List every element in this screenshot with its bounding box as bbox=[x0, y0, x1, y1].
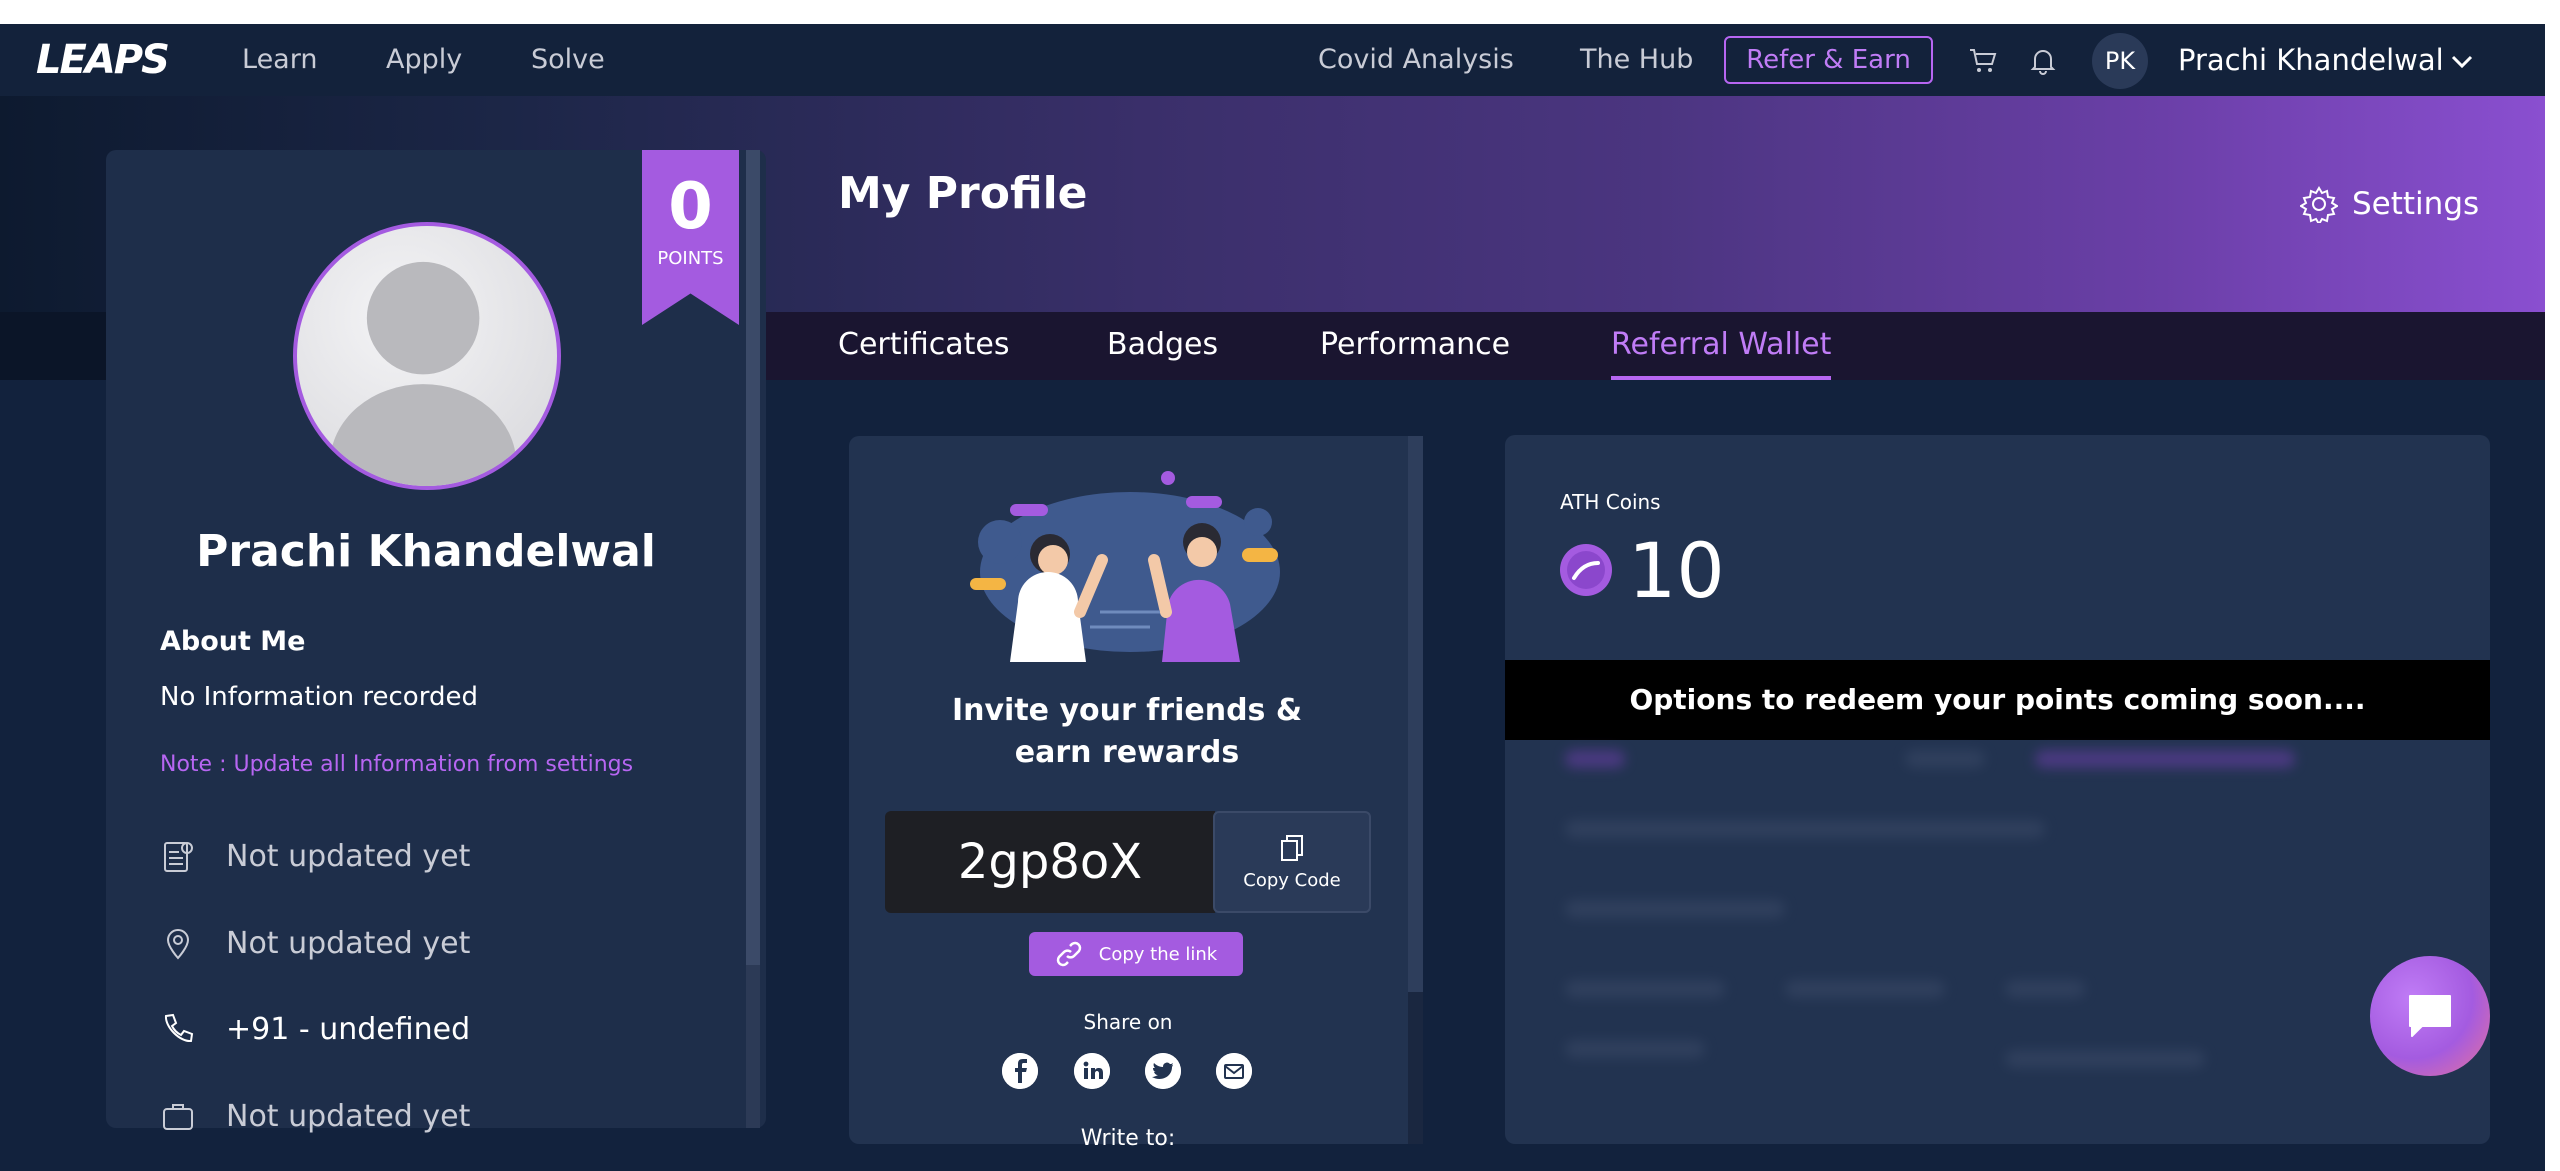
browser-top-strip bbox=[0, 0, 2560, 24]
referral-code[interactable]: 2gp8oX bbox=[885, 811, 1215, 913]
placeholder-bar bbox=[1785, 980, 1945, 998]
refer-earn-button[interactable]: Refer & Earn bbox=[1724, 36, 1933, 84]
tab-certificates[interactable]: Certificates bbox=[838, 312, 1009, 380]
default-user-icon bbox=[330, 261, 517, 486]
ath-coin-icon bbox=[1560, 544, 1612, 596]
facebook-icon[interactable] bbox=[1002, 1053, 1038, 1089]
copy-icon bbox=[1281, 834, 1303, 861]
tab-bar-left-edge bbox=[0, 312, 106, 380]
points-value: 0 bbox=[668, 170, 713, 244]
nav-covid-analysis[interactable]: Covid Analysis bbox=[1318, 24, 1514, 96]
placeholder-bar bbox=[1565, 750, 1625, 768]
placeholder-bar bbox=[1905, 750, 1985, 768]
profile-card-scroll-thumb[interactable] bbox=[746, 150, 760, 965]
chat-bubble-icon bbox=[2409, 995, 2451, 1037]
tab-badges[interactable]: Badges bbox=[1107, 312, 1218, 380]
placeholder-bar bbox=[1565, 980, 1725, 998]
top-navbar: LEAPS Learn Apply Solve Covid Analysis T… bbox=[0, 24, 2545, 96]
copy-link-label: Copy the link bbox=[1098, 943, 1218, 965]
info-row-id: Not updated yet bbox=[160, 832, 470, 880]
page-title: My Profile bbox=[838, 168, 1088, 219]
nav-solve[interactable]: Solve bbox=[531, 24, 605, 96]
email-icon[interactable] bbox=[1216, 1053, 1252, 1089]
about-me-text: No Information recorded bbox=[160, 682, 478, 712]
ath-coins-label: ATH Coins bbox=[1560, 490, 1661, 514]
copy-link-button[interactable]: Copy the link bbox=[1029, 932, 1243, 976]
user-name-menu[interactable]: Prachi Khandelwal bbox=[2178, 24, 2444, 96]
linkedin-icon[interactable] bbox=[1074, 1053, 1110, 1089]
friends-illustration bbox=[970, 471, 1280, 662]
info-phone-text: +91 - undefined bbox=[226, 1011, 471, 1047]
info-id-text: Not updated yet bbox=[226, 838, 471, 874]
nav-the-hub[interactable]: The Hub bbox=[1580, 24, 1693, 96]
invite-line-1: Invite your friends & bbox=[951, 693, 1303, 728]
redeem-coming-soon-banner: Options to redeem your points coming soo… bbox=[1505, 660, 2490, 740]
location-pin-icon bbox=[166, 929, 190, 960]
bell-icon[interactable] bbox=[2028, 46, 2058, 76]
info-work-text: Not updated yet bbox=[226, 1098, 471, 1134]
nav-apply[interactable]: Apply bbox=[386, 24, 462, 96]
gear-icon bbox=[2300, 186, 2338, 223]
placeholder-bar bbox=[2005, 980, 2085, 998]
settings-label: Settings bbox=[2352, 186, 2480, 222]
referral-card-scroll-thumb[interactable] bbox=[1408, 436, 1423, 992]
copy-code-button[interactable]: Copy Code bbox=[1213, 811, 1371, 913]
placeholder-bar bbox=[1565, 900, 1785, 918]
nav-learn[interactable]: Learn bbox=[242, 24, 317, 96]
phone-icon bbox=[165, 1013, 194, 1042]
chat-button[interactable] bbox=[2370, 956, 2490, 1076]
invite-line-2: earn rewards bbox=[1014, 735, 1240, 770]
settings-button[interactable]: Settings bbox=[2300, 180, 2479, 228]
page-scrollbar[interactable] bbox=[2545, 24, 2560, 1171]
write-to-label: Write to: bbox=[1080, 1126, 1176, 1151]
user-avatar[interactable]: PK bbox=[2092, 33, 2148, 89]
id-card-icon bbox=[164, 842, 193, 872]
tab-referral-wallet[interactable]: Referral Wallet bbox=[1611, 312, 1832, 380]
info-location-text: Not updated yet bbox=[226, 925, 471, 961]
points-label: POINTS bbox=[657, 248, 724, 269]
link-icon bbox=[1056, 941, 1081, 967]
profile-avatar[interactable] bbox=[293, 222, 561, 490]
placeholder-bar bbox=[1565, 820, 2045, 838]
info-row-work: Not updated yet bbox=[160, 1092, 470, 1140]
placeholder-bar bbox=[2005, 1050, 2205, 1068]
share-on-label: Share on bbox=[1083, 1010, 1173, 1034]
cart-icon[interactable] bbox=[1968, 46, 1998, 76]
info-row-phone: +91 - undefined bbox=[160, 1005, 470, 1053]
invite-heading: Invite your friends & earn rewards bbox=[900, 690, 1354, 774]
placeholder-bar bbox=[2035, 750, 2295, 768]
tab-performance[interactable]: Performance bbox=[1320, 312, 1510, 380]
about-me-title: About Me bbox=[160, 626, 306, 657]
placeholder-bar bbox=[1565, 1040, 1705, 1058]
leaps-logo[interactable]: LEAPS bbox=[36, 36, 170, 84]
chevron-down-icon[interactable] bbox=[2448, 48, 2476, 76]
info-row-location: Not updated yet bbox=[160, 919, 470, 967]
ath-coins-value: 10 bbox=[1628, 526, 1725, 615]
briefcase-icon bbox=[163, 1104, 193, 1130]
twitter-icon[interactable] bbox=[1145, 1053, 1181, 1089]
redeem-options-placeholder bbox=[1505, 740, 2490, 1144]
settings-note[interactable]: Note : Update all Information from setti… bbox=[160, 752, 633, 777]
copy-code-label: Copy Code bbox=[1243, 869, 1341, 891]
profile-name: Prachi Khandelwal bbox=[196, 526, 656, 577]
